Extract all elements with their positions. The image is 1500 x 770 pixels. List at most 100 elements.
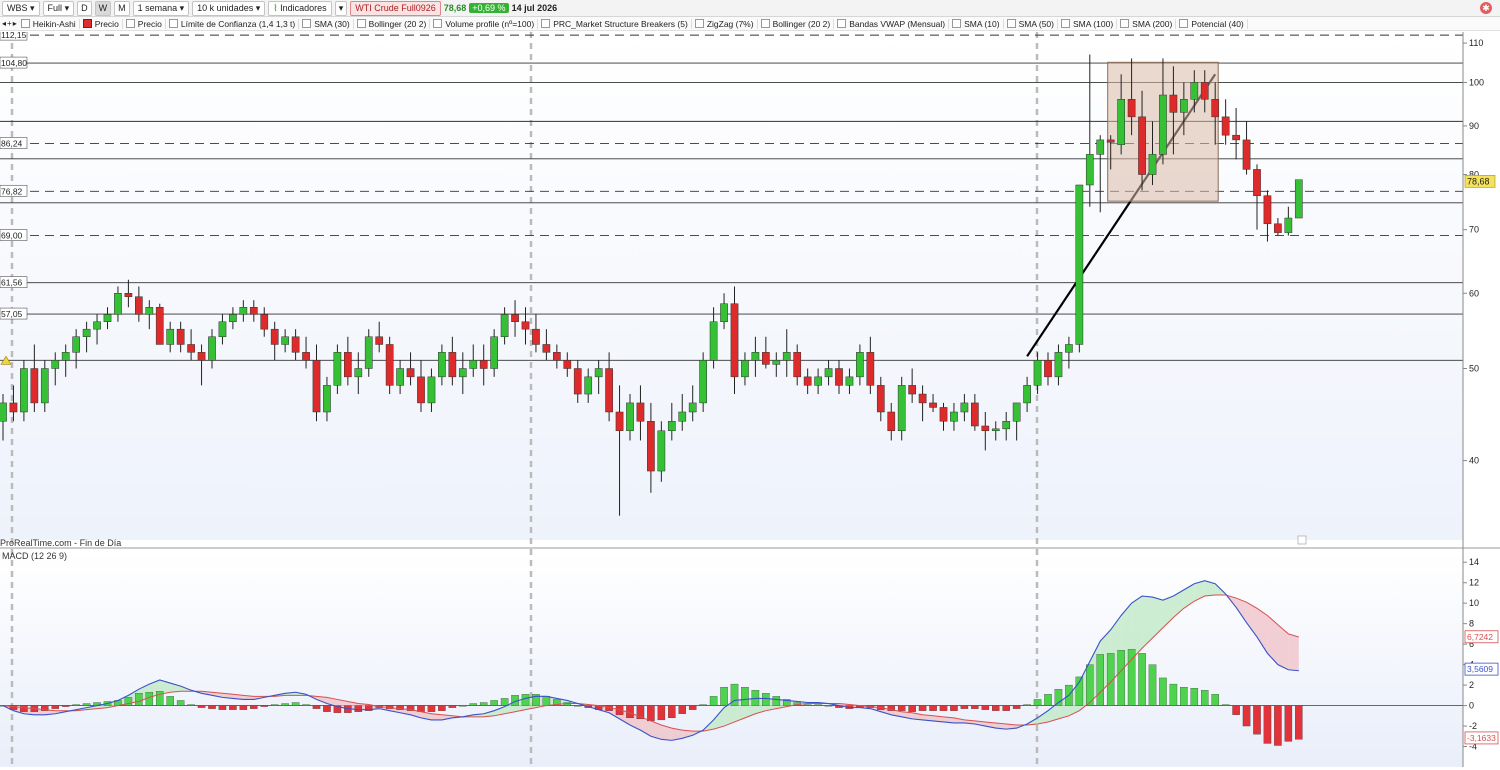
candle-body: [312, 360, 321, 413]
macd-histogram-bar: [1253, 705, 1261, 735]
data-source-label: ProRealTime.com - Fin de Día: [0, 538, 121, 548]
macd-tick-label: 10: [1469, 598, 1479, 608]
legend-item-vwap[interactable]: Bandas VWAP (Mensual): [834, 18, 950, 29]
candle-body: [1065, 344, 1073, 353]
expand-arrow-icon[interactable]: ▸: [13, 19, 17, 28]
macd-histogram-bar: [950, 705, 958, 711]
add-indicator-icon[interactable]: +: [7, 19, 12, 28]
legend-checkbox[interactable]: [952, 19, 962, 28]
level-label: 57,05: [1, 309, 23, 319]
legend-item-price[interactable]: Precio: [123, 18, 166, 29]
price-tick-label: 40: [1469, 456, 1479, 466]
macd-histogram-bar: [678, 705, 687, 714]
candle-body: [678, 411, 687, 422]
legend-item-sma100[interactable]: SMA (100): [1058, 18, 1118, 29]
macd-histogram-bar: [229, 705, 237, 710]
legend-item-sma10[interactable]: SMA (10): [949, 18, 1004, 29]
candle-body: [1148, 154, 1157, 175]
level-label: 86,24: [1, 139, 23, 149]
legend-item-bollinger[interactable]: Bollinger (20 2): [354, 18, 431, 29]
legend-item-sma50[interactable]: SMA (50): [1004, 18, 1058, 29]
legend-checkbox[interactable]: [433, 19, 443, 28]
macd-histogram-bar: [1180, 686, 1188, 706]
candle-body: [375, 336, 384, 345]
macd-histogram-bar: [490, 700, 498, 706]
candle-body: [218, 321, 227, 337]
legend-item-bollinger-2[interactable]: Bollinger (20 2): [758, 18, 835, 29]
candle-body: [40, 368, 49, 404]
settings-gear-icon[interactable]: ✱: [1480, 2, 1492, 14]
macd-histogram-bar: [688, 705, 697, 710]
legend-checkbox[interactable]: [1179, 19, 1189, 28]
legend-item-zigzag[interactable]: ZigZag (7%): [692, 18, 758, 29]
units-selector[interactable]: 10 k unidades ▾: [192, 0, 266, 16]
legend-checkbox[interactable]: [356, 19, 366, 28]
candle-body: [1127, 99, 1136, 118]
macd-histogram-bar: [1096, 654, 1105, 706]
macd-histogram-bar: [1284, 705, 1293, 742]
interval-selector[interactable]: 1 semana ▾: [132, 0, 190, 16]
legend-item-confidence[interactable]: Límite de Confianza (1,4 1,3 t): [166, 18, 300, 29]
legend-checkbox[interactable]: [694, 19, 704, 28]
candle-body: [845, 376, 854, 386]
legend-checkbox[interactable]: [760, 19, 770, 28]
legend-item-heikin-ashi[interactable]: Heikin-Ashi: [18, 18, 80, 29]
candle-body: [1117, 99, 1126, 145]
macd-histogram-bar: [960, 705, 969, 709]
legend-item-sma30[interactable]: SMA (30): [299, 18, 354, 29]
macd-histogram-bar: [897, 705, 906, 711]
macd-histogram-bar: [1295, 705, 1303, 740]
legend-checkbox[interactable]: [541, 19, 551, 28]
mode-selector[interactable]: Full ▾: [42, 0, 75, 16]
legend-checkbox[interactable]: [125, 19, 135, 28]
legend-checkbox[interactable]: [837, 19, 847, 28]
candle-body: [1190, 82, 1199, 100]
period-w-button[interactable]: W: [94, 0, 112, 16]
candle-body: [835, 368, 843, 386]
ticker-selector[interactable]: WBS ▾: [2, 0, 40, 16]
candle-body: [51, 360, 60, 369]
quote-date: 14 jul 2026: [511, 3, 558, 13]
candle-body: [354, 368, 363, 378]
candle-body: [406, 368, 415, 378]
period-d-button[interactable]: D: [77, 0, 92, 16]
macd-histogram-bar: [1263, 705, 1272, 744]
legend-item-market-structure[interactable]: PRC_Market Structure Breakers (5): [538, 18, 692, 29]
candle-body: [323, 385, 331, 413]
indicators-button[interactable]: ⌇ Indicadores: [268, 0, 332, 16]
macd-histogram-bar: [971, 705, 979, 709]
candle-body: [1054, 352, 1063, 378]
panel-info-icon: [1297, 535, 1307, 545]
legend-checkbox[interactable]: [1061, 19, 1070, 28]
more-button[interactable]: ▾: [334, 0, 348, 16]
price-chart[interactable]: 112,15104,8086,2476,8269,0061,5657,05 -4…: [0, 32, 1500, 770]
legend-checkbox[interactable]: [302, 19, 312, 28]
legend-item-potencial[interactable]: Potencial (40): [1176, 18, 1248, 29]
candle-body: [103, 314, 112, 322]
level-label: 61,56: [1, 278, 23, 288]
macd-histogram-bar: [1211, 694, 1219, 706]
macd-value-label: -3,1633: [1467, 733, 1496, 743]
candle-body: [1085, 154, 1094, 186]
candle-body: [1159, 94, 1167, 155]
macd-histogram-bar: [1201, 690, 1209, 706]
legend-checkbox[interactable]: [168, 19, 178, 28]
legend-checkbox[interactable]: [82, 19, 92, 28]
collapse-arrow-icon[interactable]: ◂: [2, 19, 6, 28]
legend-checkbox[interactable]: [1120, 19, 1130, 28]
macd-title: MACD (12 26 9): [2, 551, 67, 561]
instrument-name[interactable]: WTI Crude Full0926: [350, 0, 441, 16]
legend-item-price-style[interactable]: Precio: [80, 18, 123, 29]
macd-histogram-bar: [427, 705, 436, 712]
macd-histogram-bar: [1221, 704, 1230, 706]
legend-item-sma200[interactable]: SMA (200): [1117, 18, 1177, 29]
legend-checkbox[interactable]: [20, 19, 30, 28]
candle-body: [1294, 179, 1303, 219]
period-m-button[interactable]: M: [114, 0, 130, 16]
macd-histogram-bar: [239, 705, 248, 710]
legend-checkbox[interactable]: [1006, 19, 1016, 28]
candle-body: [563, 360, 572, 369]
macd-histogram-bar: [166, 696, 174, 706]
macd-value-label: 6,7242: [1467, 632, 1493, 642]
legend-item-volume-profile[interactable]: Volume profile (nº=100): [430, 18, 539, 29]
